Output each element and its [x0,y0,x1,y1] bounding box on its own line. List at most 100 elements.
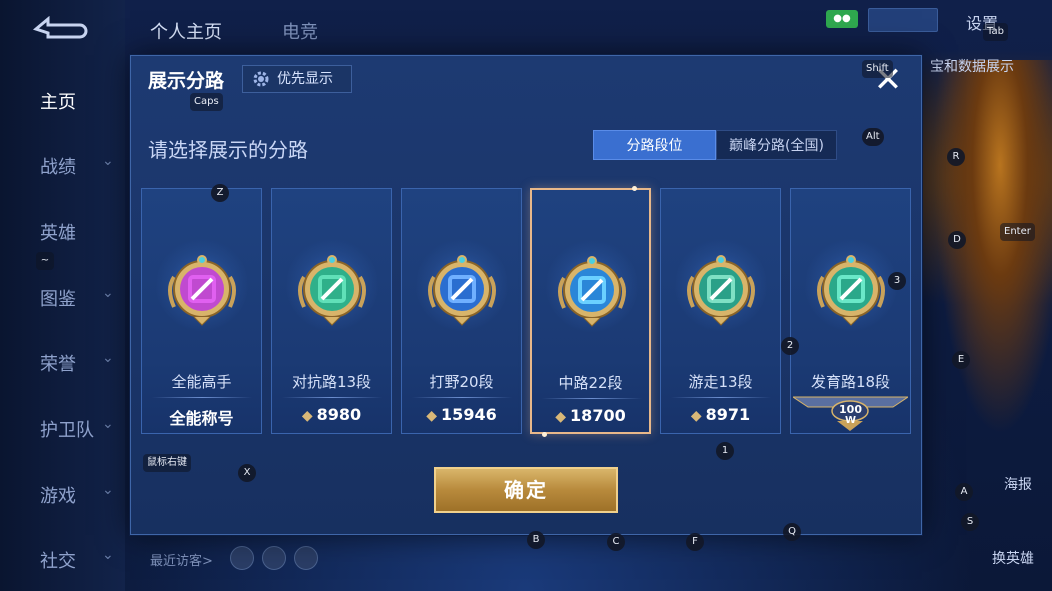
tab-personal-home[interactable]: 个人主页 [150,18,222,44]
chevron-down-icon: ⌄ [102,285,114,301]
key-hint: E [952,351,970,369]
key-hint: D [948,231,966,249]
poster-button[interactable]: 海报 [1004,474,1032,494]
lane-score-value: 8971 [705,405,751,424]
card-divider [671,397,771,398]
lane-emblem-icon [428,255,496,326]
chevron-down-icon: ⌄ [102,416,114,432]
sidebar-item-label: 护卫队 [40,420,94,441]
tab-lane-rank[interactable]: 分路段位 [593,130,716,160]
avatar[interactable] [294,546,318,570]
key-hint: 3 [888,272,906,290]
key-hint: 1 [716,442,734,460]
lane-name: 发育路18段 [810,373,891,391]
avatar[interactable] [262,546,286,570]
sidebar-item[interactable]: 游戏 ⌄ [40,482,114,508]
lane-score-value: 全能称号 [169,409,234,428]
sidebar-item-label: 主页 [40,92,76,113]
key-hint: Shift [862,60,893,78]
info-badge [868,8,938,32]
lane-name: 中路22段 [558,374,623,392]
key-hint: F [686,533,704,551]
lane-score-value: 8980 [316,405,362,424]
sidebar-item-label: 游戏 [40,486,76,507]
avatar[interactable] [230,546,254,570]
gear-icon [253,71,269,87]
key-hint: 2 [781,337,799,355]
tab-esports[interactable]: 电竞 [282,18,318,44]
selection-spark [542,432,547,437]
sidebar-item[interactable]: 主页 [40,88,76,114]
dialog-title: 展示分路 [148,70,225,92]
lane-card[interactable]: 中路22段 ◆ 18700 [530,186,651,437]
lane-name: 打野20段 [429,373,494,391]
diamond-icon: ◆ [301,408,313,424]
chevron-down-icon: ⌄ [102,482,114,498]
back-icon[interactable] [30,15,88,42]
key-hint: B [527,531,545,549]
lane-emblem-icon [298,255,366,326]
sidebar-item[interactable]: 图鉴 ⌄ [40,285,114,311]
key-hint: S [961,513,979,531]
key-hint: A [955,483,973,501]
sidebar-item[interactable]: 社交 ⌄ [40,547,114,573]
lane-emblem-icon [558,256,626,327]
data-display-banner: 宝和数据展示 [930,59,1014,75]
chevron-down-icon: ⌄ [102,547,114,563]
key-hint: Caps [190,93,223,111]
card-divider [152,397,252,398]
sidebar-item-label: 社交 [40,551,76,572]
lane-card[interactable]: 发育路18段 100 W [790,188,911,434]
sidebar-item[interactable]: 战绩 ⌄ [40,153,114,179]
key-hint: Q [783,523,801,541]
rank-banner-letter: W [844,415,857,426]
key-hint: Z [211,184,229,202]
key-hint: C [607,533,625,551]
diamond-icon: ◆ [690,408,702,424]
dialog-subtitle: 请选择展示的分路 [148,138,308,162]
sidebar-item[interactable]: 护卫队 ⌄ [40,416,114,442]
tab-peak-lane[interactable]: 巅峰分路(全国) [716,130,837,160]
selection-spark [632,186,637,191]
lane-name: 全能高手 [171,373,232,391]
lane-score-value: 15946 [441,405,497,424]
lane-score: 全能称号 [142,405,261,429]
recent-visitors-link[interactable]: 最近访客> [150,550,213,569]
card-divider [282,397,382,398]
key-hint: Enter [1000,223,1035,241]
lane-emblem-icon [817,255,885,326]
priority-display-button[interactable]: 优先显示 [242,65,352,93]
change-hero-button[interactable]: 换英雄 [992,548,1034,568]
lane-score: ◆ 8980 [272,405,391,424]
lane-score: ◆ 18700 [532,406,649,425]
sidebar-item-label: 战绩 [40,157,76,178]
left-sidebar: 主页 战绩 ⌄ 英雄 图鉴 ⌄ 荣誉 ⌄ 护卫队 ⌄ 游戏 ⌄ 社交 ⌄ [0,0,125,591]
lane-score-value: 18700 [570,406,626,425]
key-hint: X [238,464,256,482]
sidebar-item-label: 英雄 [40,223,76,244]
lane-card[interactable]: 全能高手 全能称号 [141,188,262,434]
sidebar-item[interactable]: 英雄 [40,219,76,245]
lane-card[interactable]: 对抗路13段 ◆ 8980 [271,188,392,434]
hero-artwork [922,60,1052,480]
sidebar-item-label: 图鉴 [40,289,76,310]
sidebar-item[interactable]: 荣誉 ⌄ [40,350,114,376]
card-divider [412,397,512,398]
lane-emblem-icon [168,255,236,326]
sidebar-item-label: 荣誉 [40,354,76,375]
confirm-button[interactable]: 确定 [434,467,618,513]
lane-name: 对抗路13段 [291,373,372,391]
key-hint: Tab [983,23,1008,41]
lane-score: ◆ 15946 [402,405,521,424]
wechat-icon: ●● [826,10,858,28]
lane-card[interactable]: 游走13段 ◆ 8971 [660,188,781,434]
diamond-icon: ◆ [426,408,438,424]
key-hint: Alt [862,128,884,146]
priority-display-label: 优先显示 [277,71,333,87]
key-hint: 鼠标右键 [143,454,191,472]
lane-name: 游走13段 [688,373,753,391]
lane-score: ◆ 8971 [661,405,780,424]
lane-card[interactable]: 打野20段 ◆ 15946 [401,188,522,434]
card-divider [542,398,642,399]
diamond-icon: ◆ [555,409,567,425]
